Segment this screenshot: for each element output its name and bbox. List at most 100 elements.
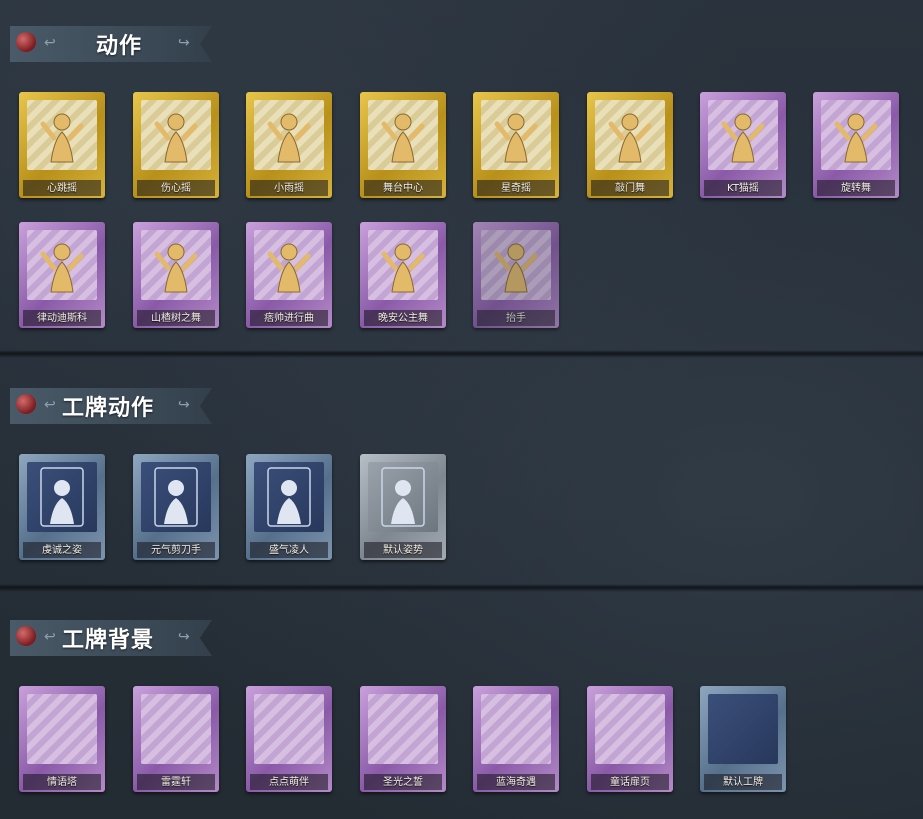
item-card[interactable]: 舞台中心 bbox=[360, 92, 446, 198]
dancing-figure-silhouette-icon bbox=[494, 243, 538, 293]
item-card[interactable]: 心跳摇 bbox=[19, 92, 105, 198]
divider bbox=[0, 584, 923, 592]
item-card[interactable]: 默认工牌 bbox=[700, 686, 786, 792]
red-pushpin-icon bbox=[16, 394, 36, 414]
item-card[interactable]: 山楂树之舞 bbox=[133, 222, 219, 328]
item-card[interactable]: 蓝海奇遇 bbox=[473, 686, 559, 792]
item-label: 抬手 bbox=[506, 313, 526, 324]
item-label: 舞台中心 bbox=[383, 183, 423, 194]
item-label: 旋转舞 bbox=[841, 183, 871, 194]
card-artwork bbox=[821, 100, 891, 170]
item-card[interactable]: 元气剪刀手 bbox=[133, 454, 219, 560]
item-label: 默认工牌 bbox=[723, 777, 763, 788]
item-card[interactable]: KT猫摇 bbox=[700, 92, 786, 198]
item-label: 心跳摇 bbox=[47, 183, 77, 194]
item-card[interactable]: 星奇摇 bbox=[473, 92, 559, 198]
card-artwork bbox=[141, 230, 211, 300]
item-card[interactable]: 晚安公主舞 bbox=[360, 222, 446, 328]
dancing-figure-silhouette-icon bbox=[40, 113, 84, 163]
card-artwork bbox=[27, 100, 97, 170]
item-label: 童话扉页 bbox=[610, 777, 650, 788]
card-artwork bbox=[141, 462, 211, 532]
item-label: 情语塔 bbox=[47, 777, 77, 788]
card-artwork bbox=[27, 230, 97, 300]
red-pushpin-icon bbox=[16, 626, 36, 646]
item-card[interactable]: 抬手 bbox=[473, 222, 559, 328]
section-title-actions: 动作 bbox=[96, 34, 143, 59]
item-card[interactable]: 默认姿势 bbox=[360, 454, 446, 560]
item-card[interactable]: 情语塔 bbox=[19, 686, 105, 792]
item-card[interactable]: 律动迪斯科 bbox=[19, 222, 105, 328]
card-artwork bbox=[254, 462, 324, 532]
item-card[interactable]: 虔诚之姿 bbox=[19, 454, 105, 560]
item-label: KT猫摇 bbox=[727, 183, 759, 194]
red-pushpin-icon bbox=[16, 32, 36, 52]
item-label: 小雨摇 bbox=[274, 183, 304, 194]
swirl-ornament-icon: ↪ bbox=[178, 629, 190, 645]
item-card[interactable]: 盛气凌人 bbox=[246, 454, 332, 560]
item-card[interactable]: 痞帅进行曲 bbox=[246, 222, 332, 328]
badge-silhouette-icon bbox=[381, 467, 425, 527]
card-artwork bbox=[595, 100, 665, 170]
card-artwork bbox=[481, 100, 551, 170]
item-label: 敲门舞 bbox=[615, 183, 645, 194]
card-artwork bbox=[481, 694, 551, 764]
item-label: 痞帅进行曲 bbox=[264, 313, 314, 324]
swirl-ornament-icon: ↪ bbox=[178, 35, 190, 51]
item-card[interactable]: 伤心摇 bbox=[133, 92, 219, 198]
card-artwork bbox=[368, 230, 438, 300]
swirl-ornament-icon: ↪ bbox=[178, 397, 190, 413]
item-label: 圣光之誓 bbox=[383, 777, 423, 788]
card-artwork bbox=[27, 694, 97, 764]
card-artwork bbox=[141, 694, 211, 764]
dancing-figure-silhouette-icon bbox=[267, 243, 311, 293]
item-card[interactable]: 小雨摇 bbox=[246, 92, 332, 198]
divider bbox=[0, 350, 923, 358]
item-label: 元气剪刀手 bbox=[151, 545, 201, 556]
section-title-badge-actions: 工牌动作 bbox=[62, 396, 155, 421]
badge-silhouette-icon bbox=[267, 467, 311, 527]
card-artwork bbox=[481, 230, 551, 300]
card-artwork bbox=[368, 694, 438, 764]
item-card[interactable]: 圣光之誓 bbox=[360, 686, 446, 792]
item-card[interactable]: 旋转舞 bbox=[813, 92, 899, 198]
dancing-figure-silhouette-icon bbox=[154, 243, 198, 293]
card-artwork bbox=[254, 694, 324, 764]
dancing-figure-silhouette-icon bbox=[40, 243, 84, 293]
badge-silhouette-icon bbox=[40, 467, 84, 527]
item-label: 晚安公主舞 bbox=[378, 313, 428, 324]
section-header-actions: ↩ 动作 ↪ bbox=[10, 26, 212, 62]
card-artwork bbox=[254, 230, 324, 300]
item-card[interactable]: 敲门舞 bbox=[587, 92, 673, 198]
item-card[interactable]: 雷霆轩 bbox=[133, 686, 219, 792]
card-artwork bbox=[368, 462, 438, 532]
card-artwork bbox=[368, 100, 438, 170]
item-label: 山楂树之舞 bbox=[151, 313, 201, 324]
item-label: 盛气凌人 bbox=[269, 545, 309, 556]
item-label: 律动迪斯科 bbox=[37, 313, 87, 324]
card-artwork bbox=[708, 100, 778, 170]
item-label: 伤心摇 bbox=[161, 183, 191, 194]
dancing-figure-silhouette-icon bbox=[154, 113, 198, 163]
card-artwork bbox=[141, 100, 211, 170]
dancing-figure-silhouette-icon bbox=[721, 113, 765, 163]
swirl-ornament-icon: ↩ bbox=[44, 35, 56, 51]
item-label: 蓝海奇遇 bbox=[496, 777, 536, 788]
section-header-badge-backgrounds: ↩ 工牌背景 ↪ bbox=[10, 620, 212, 656]
dancing-figure-silhouette-icon bbox=[834, 113, 878, 163]
dancing-figure-silhouette-icon bbox=[381, 243, 425, 293]
item-label: 雷霆轩 bbox=[161, 777, 191, 788]
item-label: 星奇摇 bbox=[501, 183, 531, 194]
dancing-figure-silhouette-icon bbox=[381, 113, 425, 163]
section-header-badge-actions: ↩ 工牌动作 ↪ bbox=[10, 388, 212, 424]
dancing-figure-silhouette-icon bbox=[267, 113, 311, 163]
item-card[interactable]: 点点萌伴 bbox=[246, 686, 332, 792]
swirl-ornament-icon: ↩ bbox=[44, 397, 56, 413]
item-label: 虔诚之姿 bbox=[42, 545, 82, 556]
item-label: 点点萌伴 bbox=[269, 777, 309, 788]
card-artwork bbox=[708, 694, 778, 764]
item-card[interactable]: 童话扉页 bbox=[587, 686, 673, 792]
dancing-figure-silhouette-icon bbox=[608, 113, 652, 163]
badge-silhouette-icon bbox=[154, 467, 198, 527]
swirl-ornament-icon: ↩ bbox=[44, 629, 56, 645]
